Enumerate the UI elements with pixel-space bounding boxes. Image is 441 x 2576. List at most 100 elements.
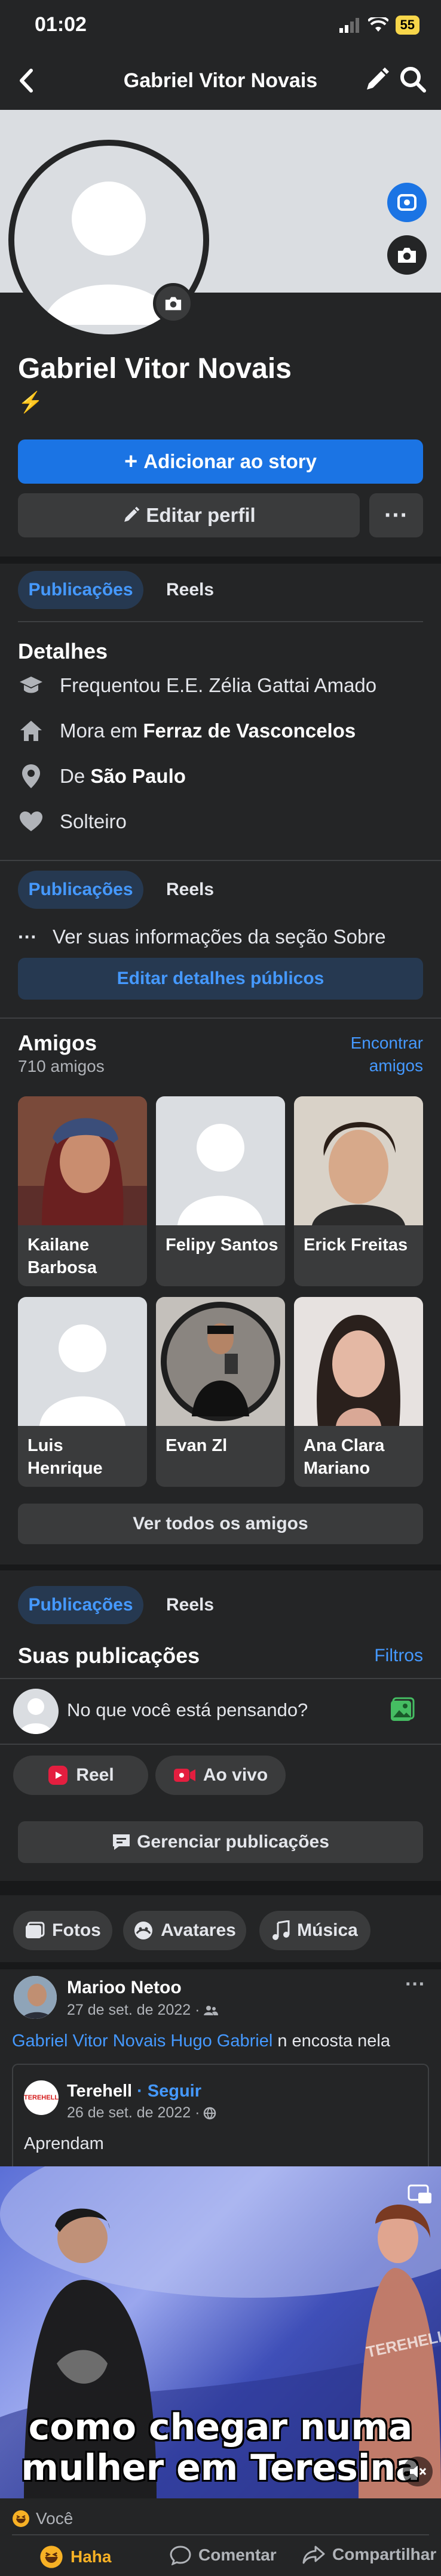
profile-bio: ⚡ bbox=[18, 391, 44, 414]
battery-indicator: 55 bbox=[395, 16, 419, 35]
friend-photo bbox=[294, 1297, 423, 1426]
composer-avatar[interactable] bbox=[13, 1689, 59, 1734]
friend-card[interactable]: Erick Freitas bbox=[294, 1096, 423, 1286]
photos-icon bbox=[26, 1922, 45, 1938]
post-tag-2[interactable]: Hugo Gabriel bbox=[170, 2031, 272, 2051]
see-all-friends-button[interactable]: Ver todos os amigos bbox=[18, 1504, 423, 1544]
comment-manage-icon bbox=[113, 1834, 130, 1850]
add-story-button[interactable]: + Adicionar ao story bbox=[18, 439, 423, 484]
chip-music[interactable]: Música bbox=[259, 1911, 370, 1950]
comment-button[interactable]: Comentar bbox=[170, 2545, 277, 2565]
comment-label: Comentar bbox=[198, 2546, 277, 2564]
chip-avatars[interactable]: Avatares bbox=[123, 1911, 246, 1950]
detail-from-place[interactable]: São Paulo bbox=[90, 765, 186, 787]
cover-camera-button[interactable] bbox=[387, 235, 427, 275]
post-more-button[interactable]: ··· bbox=[405, 1973, 425, 1996]
filters-link[interactable]: Filtros bbox=[374, 1646, 423, 1666]
friend-card[interactable]: Felipy Santos bbox=[156, 1096, 285, 1286]
more-dots-icon: ··· bbox=[18, 926, 37, 948]
video-caption-line2: mulher em Teresina bbox=[21, 2447, 420, 2489]
haha-emoji-icon bbox=[13, 2510, 29, 2527]
share-label: Compartilhar bbox=[332, 2545, 437, 2563]
section-divider bbox=[0, 1881, 441, 1895]
details-title: Detalhes bbox=[18, 639, 108, 663]
camera-icon bbox=[165, 297, 182, 311]
see-about-row[interactable]: ··· Ver suas informações da seção Sobre bbox=[18, 926, 386, 948]
post-tag-1[interactable]: Gabriel Vitor Novais bbox=[12, 2031, 166, 2051]
tab-publicacoes[interactable]: Publicações bbox=[18, 571, 143, 609]
friend-photo bbox=[18, 1096, 147, 1225]
shared-author-avatar[interactable]: TEREHELL bbox=[24, 2080, 59, 2115]
friend-card[interactable]: Kailane Barbosa bbox=[18, 1096, 147, 1286]
post-meta: 27 de set. de 2022 · bbox=[67, 2002, 219, 2019]
like-button[interactable]: Haha bbox=[39, 2545, 111, 2569]
tab-reels[interactable]: Reels bbox=[166, 571, 214, 609]
pip-button[interactable] bbox=[406, 2181, 434, 2208]
live-video-icon bbox=[173, 1769, 195, 1782]
details-separator bbox=[0, 860, 441, 861]
live-button[interactable]: Ao vivo bbox=[155, 1756, 286, 1795]
tab-publicacoes-3[interactable]: Publicações bbox=[18, 1586, 143, 1624]
friend-name: Evan Zl bbox=[166, 1436, 228, 1455]
tabs-separator bbox=[18, 621, 423, 622]
find-friends-line2: amigos bbox=[369, 1056, 423, 1075]
shared-author-row: Terehell · Seguir bbox=[67, 2082, 201, 2101]
reel-label: Reel bbox=[76, 1765, 114, 1785]
default-avatar-icon bbox=[18, 1297, 147, 1426]
more-options-button[interactable]: ··· bbox=[369, 493, 423, 537]
friend-card[interactable]: Luis Henrique bbox=[18, 1297, 147, 1487]
friends-audience-icon bbox=[204, 2005, 219, 2015]
reel-button[interactable]: Reel bbox=[13, 1756, 148, 1795]
music-note-icon bbox=[272, 1920, 290, 1940]
reaction-summary[interactable]: Você bbox=[12, 2509, 73, 2528]
composer-input[interactable]: No que você está pensando? bbox=[67, 1699, 308, 1721]
share-button[interactable]: Compartilhar bbox=[302, 2545, 436, 2564]
edit-profile-button[interactable]: Editar perfil bbox=[18, 493, 360, 537]
like-label: Haha bbox=[71, 2547, 112, 2566]
post-author[interactable]: Marioo Netoo bbox=[67, 1978, 182, 1998]
comment-icon bbox=[170, 2546, 191, 2565]
manage-posts-label: Gerenciar publicações bbox=[137, 1832, 329, 1852]
friend-card[interactable]: Evan Zl bbox=[156, 1297, 285, 1487]
friend-name: Kailane Barbosa bbox=[27, 1235, 97, 1277]
actions-separator bbox=[12, 2534, 429, 2535]
tab-reels-3[interactable]: Reels bbox=[166, 1586, 214, 1624]
post-author-avatar[interactable] bbox=[12, 1974, 59, 2021]
section-divider bbox=[0, 557, 441, 564]
chip-photos[interactable]: Fotos bbox=[13, 1911, 112, 1950]
friend-photo bbox=[156, 1297, 285, 1426]
cover-story-button[interactable] bbox=[387, 183, 427, 222]
post-video[interactable]: TEREHELL como chegar numa mulher em Tere… bbox=[0, 2166, 441, 2498]
reaction-by: Você bbox=[36, 2509, 74, 2528]
photo-button[interactable] bbox=[388, 1697, 415, 1726]
follow-link[interactable]: · Seguir bbox=[137, 2082, 201, 2101]
post-date: 27 de set. de 2022 · bbox=[67, 2002, 200, 2018]
globe-icon bbox=[204, 2107, 216, 2119]
friend-photo bbox=[294, 1096, 423, 1225]
detail-education: Frequentou E.E. Zélia Gattai Amado bbox=[18, 672, 376, 699]
find-friends-link[interactable]: Encontrar amigos bbox=[351, 1032, 423, 1077]
mute-button[interactable] bbox=[403, 2457, 433, 2486]
graduation-cap-icon bbox=[18, 672, 44, 699]
friend-name: Felipy Santos bbox=[166, 1235, 278, 1255]
default-avatar-icon bbox=[19, 1698, 53, 1734]
shared-text: Aprendam bbox=[24, 2134, 104, 2153]
search-icon bbox=[400, 67, 426, 93]
avatar-camera-button[interactable] bbox=[153, 283, 194, 324]
profile-name: Gabriel Vitor Novais bbox=[18, 353, 292, 385]
manage-posts-button[interactable]: Gerenciar publicações bbox=[18, 1821, 423, 1863]
edit-button[interactable] bbox=[363, 67, 390, 96]
shared-author[interactable]: Terehell bbox=[67, 2082, 132, 2101]
search-button[interactable] bbox=[399, 66, 427, 96]
tab-reels-2[interactable]: Reels bbox=[166, 871, 214, 909]
tab-publicacoes-2[interactable]: Publicações bbox=[18, 871, 143, 909]
friend-name: Erick Freitas bbox=[304, 1235, 408, 1255]
post-text-line: Gabriel Vitor Novais Hugo Gabriel n enco… bbox=[12, 2031, 390, 2051]
detail-lives-place[interactable]: Ferraz de Vasconcelos bbox=[143, 720, 356, 742]
edit-public-details-button[interactable]: Editar detalhes públicos bbox=[18, 958, 423, 1000]
friend-card[interactable]: Ana Clara Mariano bbox=[294, 1297, 423, 1487]
detail-from: De São Paulo bbox=[18, 763, 186, 789]
location-pin-icon bbox=[18, 763, 44, 789]
edit-profile-label: Editar perfil bbox=[146, 504, 256, 526]
signal-icon bbox=[339, 18, 359, 33]
